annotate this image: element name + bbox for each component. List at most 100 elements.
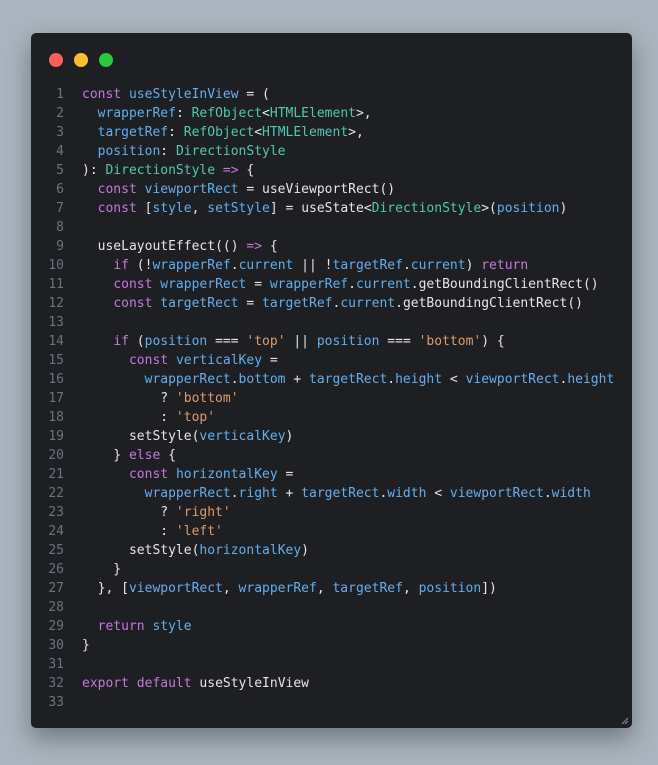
code-token: : [82, 524, 176, 539]
code-token: const [82, 87, 129, 102]
code-token: right [238, 486, 278, 501]
code-token: = [277, 467, 294, 482]
code-token: default [136, 676, 200, 691]
line-number: 32 [48, 676, 64, 691]
code-token: DirectionStyle [175, 144, 286, 159]
code-token: = ( [238, 87, 270, 102]
code-token: getBoundingClientRect [402, 296, 568, 311]
line-number: 1 [56, 87, 64, 102]
code-line: 26 } [31, 560, 632, 579]
code-token: . [543, 486, 552, 501]
code-line: 25 setStyle(horizontalKey) [31, 541, 632, 560]
code-token: targetRef [262, 296, 333, 311]
code-token: >, [355, 106, 372, 121]
line-content: setStyle(verticalKey) [82, 427, 293, 446]
code-token: ( [136, 334, 145, 349]
code-token: else [128, 448, 169, 463]
code-token: (! [136, 258, 153, 273]
code-token: . [230, 486, 239, 501]
code-token: } [82, 638, 90, 653]
code-token: { [168, 448, 176, 463]
line-content: wrapperRect.right + targetRect.width < v… [82, 484, 591, 503]
minimize-button[interactable] [74, 53, 88, 67]
line-content: const viewportRect = useViewportRect() [82, 180, 395, 199]
code-token: () [567, 296, 583, 311]
line-content: const targetRect = targetRef.current.get… [82, 294, 583, 313]
code-token: ) [465, 258, 482, 273]
code-token: width [387, 486, 427, 501]
code-line: 23 ? 'right' [31, 503, 632, 522]
maximize-button[interactable] [99, 53, 113, 67]
code-token: : [160, 144, 176, 159]
code-token: , [222, 581, 239, 596]
line-number: 13 [48, 315, 64, 330]
code-token: () [582, 277, 599, 292]
line-number: 2 [56, 106, 64, 121]
code-token: wrapperRef [97, 106, 176, 121]
code-line: 31 [31, 655, 632, 674]
code-token: const [113, 296, 161, 311]
code-window: 1 const useStyleInView = (2 wrapperRef: R… [31, 33, 632, 728]
line-number: 19 [48, 429, 64, 444]
code-token: . [395, 296, 403, 311]
code-token: export [82, 676, 137, 691]
code-token: const [128, 353, 176, 368]
code-token: : [175, 106, 192, 121]
line-content: export default useStyleInView [82, 674, 309, 693]
code-line: 16 wrapperRect.bottom + targetRect.heigh… [31, 370, 632, 389]
code-token: }, [ [82, 581, 129, 596]
code-token: bottom [238, 372, 286, 387]
line-content: targetRef: RefObject<HTMLElement>, [82, 123, 364, 142]
code-token: === [207, 334, 247, 349]
code-token: < [442, 372, 466, 387]
code-token: position [144, 334, 208, 349]
code-token: return [97, 619, 153, 634]
code-token: position [97, 144, 161, 159]
code-token: RefObject [183, 125, 255, 140]
code-line: 12 const targetRect = targetRef.current.… [31, 294, 632, 313]
code-token: wrapperRect [144, 372, 231, 387]
line-content: }, [viewportRect, wrapperRef, targetRef,… [82, 579, 497, 598]
line-number: 24 [48, 524, 64, 539]
close-button[interactable] [49, 53, 63, 67]
line-number: 27 [48, 581, 64, 596]
line-number: 14 [48, 334, 64, 349]
code-line: 5): DirectionStyle => { [31, 161, 632, 180]
code-token: { [246, 163, 255, 178]
code-token: setStyle [128, 543, 192, 558]
line-number: 25 [48, 543, 64, 558]
code-token: >( [481, 201, 497, 216]
code-token: DirectionStyle [371, 201, 482, 216]
code-token: width [551, 486, 591, 501]
code-token: , [402, 581, 419, 596]
code-token: ) [285, 429, 294, 444]
code-token: current [340, 296, 396, 311]
line-number: 23 [48, 505, 64, 520]
code-token: height [567, 372, 615, 387]
code-line: 8 [31, 218, 632, 237]
code-token: const [97, 201, 145, 216]
line-content: const horizontalKey = [82, 465, 293, 484]
line-number: 15 [48, 353, 64, 368]
code-token: === [379, 334, 419, 349]
code-line: 21 const horizontalKey = [31, 465, 632, 484]
code-token: current [355, 277, 411, 292]
code-token: viewportRect [128, 581, 223, 596]
code-token: style [152, 201, 192, 216]
resize-handle-icon[interactable] [621, 717, 629, 725]
code-line: 7 const [style, setStyle] = useState<Dir… [31, 199, 632, 218]
code-token: HTMLElement [262, 125, 349, 140]
line-content: if (position === 'top' || position === '… [82, 332, 504, 351]
code-token: position [316, 334, 380, 349]
code-token: HTMLElement [269, 106, 356, 121]
code-token: (() [215, 239, 247, 254]
code-line: 22 wrapperRect.right + targetRect.width … [31, 484, 632, 503]
line-number: 21 [48, 467, 64, 482]
code-token: || [285, 334, 317, 349]
